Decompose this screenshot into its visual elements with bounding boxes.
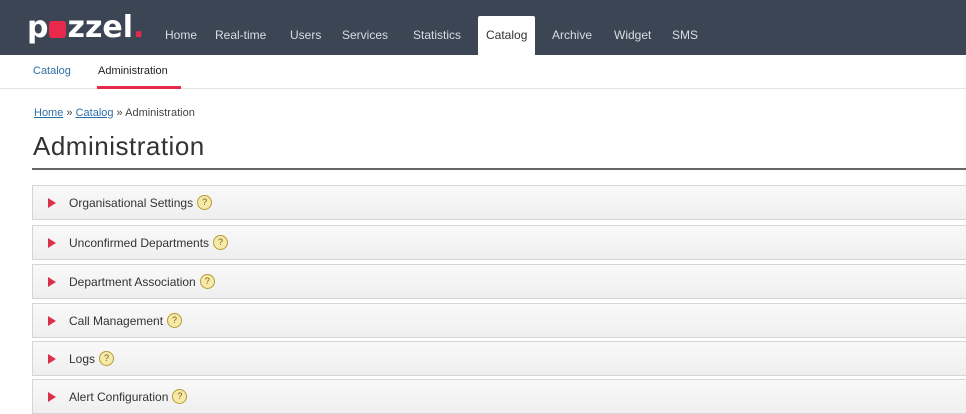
active-tab-indicator (97, 86, 181, 89)
nav-item-catalog[interactable]: Catalog (478, 16, 536, 55)
panel-label: Alert Configuration? (69, 389, 188, 405)
sub-navigation: Catalog Administration (0, 55, 966, 89)
puzzel-logo[interactable]: p zzel. (27, 10, 144, 46)
expand-triangle-icon[interactable] (48, 198, 56, 208)
panel-call-management[interactable]: Call Management? (32, 303, 966, 338)
help-icon[interactable]: ? (167, 313, 183, 329)
title-divider (32, 168, 966, 170)
subnav-item-administration[interactable]: Administration (98, 65, 168, 77)
expand-triangle-icon[interactable] (48, 354, 56, 364)
breadcrumb-catalog-link[interactable]: Catalog (76, 107, 114, 119)
help-icon[interactable]: ? (197, 195, 213, 211)
panel-logs[interactable]: Logs? (32, 341, 966, 376)
panel-label: Organisational Settings? (69, 195, 213, 211)
nav-item-archive[interactable]: Archive (552, 16, 592, 55)
logo-dot: . (133, 10, 145, 45)
breadcrumb: Home » Catalog » Administration (34, 107, 195, 119)
page-title: Administration (33, 131, 205, 161)
panel-organisational-settings[interactable]: Organisational Settings? (32, 185, 966, 220)
nav-item-sms[interactable]: SMS (672, 16, 698, 55)
nav-item-services[interactable]: Services (342, 16, 388, 55)
panel-alert-configuration[interactable]: Alert Configuration? (32, 379, 966, 414)
expand-triangle-icon[interactable] (48, 392, 56, 402)
panel-label-text: Organisational Settings (69, 196, 194, 210)
panel-label-text: Department Association (69, 275, 196, 289)
panel-department-association[interactable]: Department Association? (32, 264, 966, 299)
nav-item-users[interactable]: Users (290, 16, 321, 55)
expand-triangle-icon[interactable] (48, 277, 56, 287)
panel-label-text: Logs (69, 352, 96, 366)
breadcrumb-current: Administration (125, 107, 195, 119)
panel-unconfirmed-departments[interactable]: Unconfirmed Departments? (32, 225, 966, 260)
panel-label: Logs? (69, 351, 115, 367)
top-navigation-bar: p zzel. Home Real-time Users Services Sta… (0, 0, 966, 55)
logo-text: zzel (67, 10, 134, 45)
panel-label-text: Call Management (69, 314, 164, 328)
panel-label: Call Management? (69, 313, 183, 329)
help-icon[interactable]: ? (213, 235, 229, 251)
help-icon[interactable]: ? (99, 351, 115, 367)
panel-label-text: Unconfirmed Departments (69, 236, 210, 250)
panel-label-text: Alert Configuration (69, 390, 169, 404)
expand-triangle-icon[interactable] (48, 238, 56, 248)
breadcrumb-separator: » (63, 107, 76, 119)
nav-item-statistics[interactable]: Statistics (413, 16, 461, 55)
nav-item-widget[interactable]: Widget (614, 16, 651, 55)
logo-letter-p: p (27, 10, 49, 45)
subnav-item-catalog[interactable]: Catalog (33, 65, 71, 77)
heart-icon (49, 21, 67, 38)
panel-label: Unconfirmed Departments? (69, 235, 229, 251)
nav-item-home[interactable]: Home (165, 16, 197, 55)
breadcrumb-home-link[interactable]: Home (34, 107, 63, 119)
help-icon[interactable]: ? (172, 389, 188, 405)
nav-item-real-time[interactable]: Real-time (215, 16, 266, 55)
panel-label: Department Association? (69, 274, 215, 290)
breadcrumb-separator: » (113, 107, 126, 119)
help-icon[interactable]: ? (199, 274, 215, 290)
expand-triangle-icon[interactable] (48, 316, 56, 326)
